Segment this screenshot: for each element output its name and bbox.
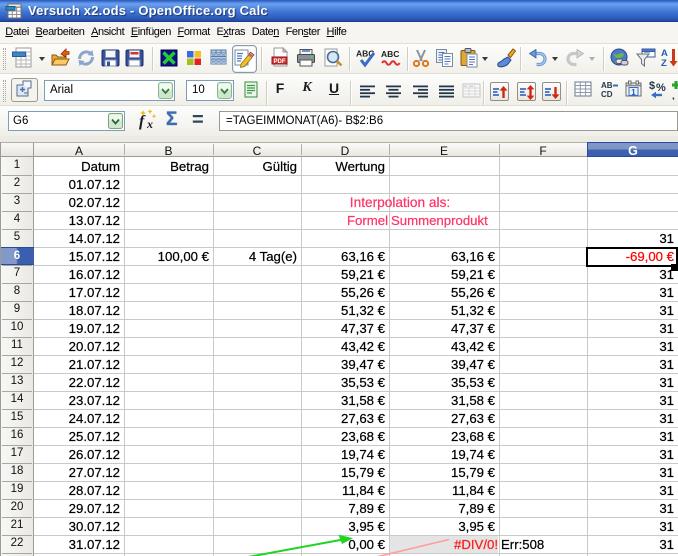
svg-text:AB: AB — [601, 81, 613, 90]
svg-text:PDF: PDF — [274, 59, 286, 65]
svg-text:x: x — [146, 117, 153, 131]
svg-text:%: % — [656, 82, 666, 94]
svg-text:CD: CD — [601, 90, 613, 99]
svg-text:Z: Z — [661, 58, 667, 69]
svg-text:1: 1 — [631, 88, 636, 97]
svg-text:ABC: ABC — [381, 49, 399, 59]
svg-text:$: $ — [649, 80, 655, 92]
svg-text:,: , — [672, 91, 675, 100]
svg-text:f: f — [139, 113, 146, 130]
